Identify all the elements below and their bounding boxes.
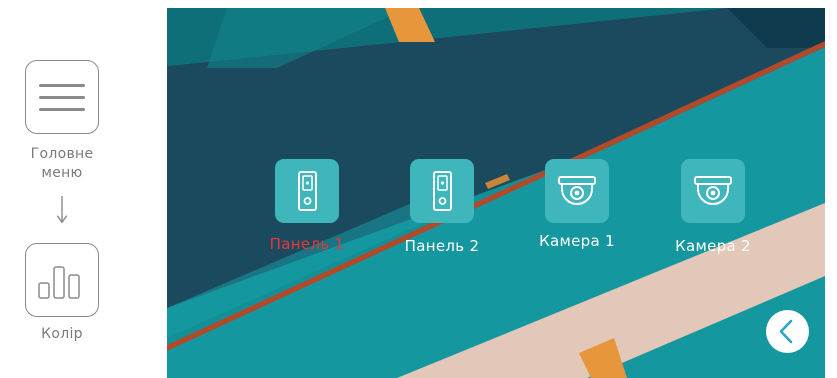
device-camera-1[interactable]: Камера 1 [502,159,632,259]
device-tile-camera-1[interactable] [545,159,609,223]
device-label-panel-2: Панель 2 [404,237,480,255]
menu-step-label-line2: меню [41,165,83,181]
device-label-panel-1: Панель 1 [269,235,345,253]
device-panel-1[interactable]: Панель 1 [232,159,362,259]
device-tile-panel-2[interactable] [410,159,474,223]
device-panel-2[interactable]: Панель 2 [367,159,497,259]
device-tile-camera-2[interactable] [681,159,745,223]
device-screen: Панель 1 Панель 2 Камера 1 Камера 2 [167,8,825,378]
back-button[interactable] [766,310,809,353]
device-camera-2[interactable]: Камера 2 [638,159,768,259]
door-panel-icon [433,171,452,211]
device-label-camera-1: Камера 1 [539,232,615,250]
arrow-down-icon [56,196,68,224]
page: Головне меню Колір Панель 1 Панель 2 Кам… [0,0,837,378]
device-tile-panel-1[interactable] [275,159,339,223]
dome-camera-icon [558,176,596,205]
chevron-left-icon [779,319,793,344]
color-bars-icon [38,266,80,299]
menu-step-label: Головне меню [0,145,124,183]
menu-step-label-line1: Головне [30,146,94,162]
door-panel-icon [298,171,317,211]
instruction-panel: Головне меню Колір [0,0,160,378]
color-step-label: Колір [41,326,83,342]
device-label-camera-2: Камера 2 [675,237,751,255]
dome-camera-icon [694,176,732,205]
menu-step-box [25,60,99,134]
color-step-box [25,243,99,317]
